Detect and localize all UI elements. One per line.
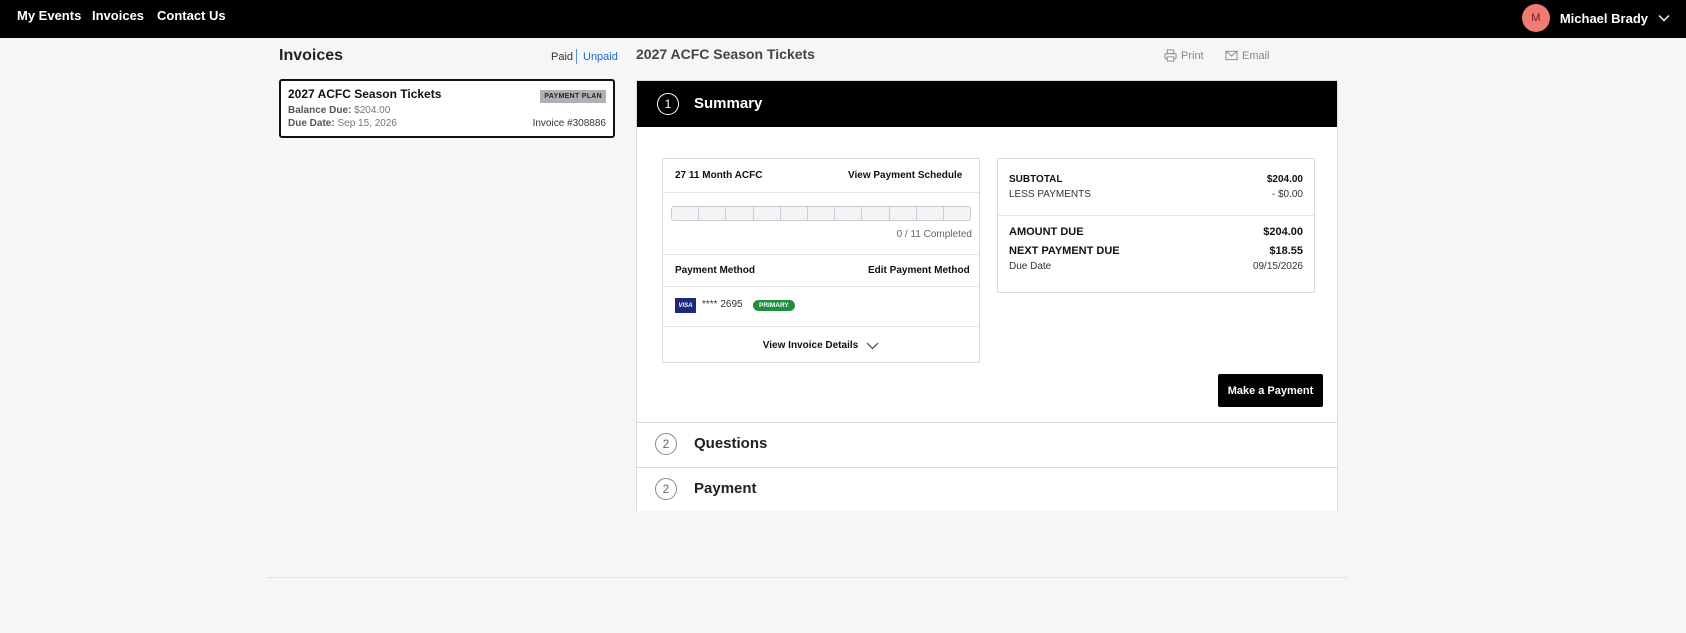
top-nav-bar: My Events Invoices Contact Us M Michael … xyxy=(0,0,1686,38)
divider xyxy=(998,215,1314,216)
payment-plan-badge: PAYMENT PLAN xyxy=(540,90,606,103)
amount-due-value: $204.00 xyxy=(1263,226,1303,238)
user-name: Michael Brady xyxy=(1559,10,1648,26)
next-payment-value: $18.55 xyxy=(1269,245,1303,257)
divider xyxy=(663,254,979,255)
less-payments-label: LESS PAYMENTS xyxy=(1009,189,1091,200)
nav-contact-us[interactable]: Contact Us xyxy=(157,8,226,23)
filter-paid[interactable]: Paid xyxy=(551,51,573,63)
less-payments-value: - $0.00 xyxy=(1271,189,1303,200)
make-a-payment-button[interactable]: Make a Payment xyxy=(1218,374,1323,407)
chevron-down-icon xyxy=(1658,15,1670,22)
amount-due-label: AMOUNT DUE xyxy=(1009,226,1084,238)
payment-step-number: 2 xyxy=(655,478,677,500)
totals-box: SUBTOTAL $204.00 LESS PAYMENTS - $0.00 A… xyxy=(997,158,1315,293)
envelope-icon xyxy=(1225,50,1238,61)
summary-step-number: 1 xyxy=(657,93,679,115)
section-payment[interactable]: 2 Payment xyxy=(637,467,1337,511)
divider xyxy=(663,192,979,193)
page-title: 2027 ACFC Season Tickets xyxy=(636,46,815,62)
email-label: Email xyxy=(1242,49,1270,62)
payment-label: Payment xyxy=(694,480,757,497)
email-button[interactable]: Email xyxy=(1225,49,1270,62)
avatar: M xyxy=(1521,4,1550,32)
filter-divider xyxy=(576,49,577,64)
summary-header[interactable]: 1 Summary xyxy=(637,81,1337,127)
progress-text: 0 / 11 Completed xyxy=(896,229,972,240)
summary-label: Summary xyxy=(694,95,763,112)
next-payment-label: NEXT PAYMENT DUE xyxy=(1009,245,1120,257)
invoice-number: Invoice #308886 xyxy=(532,118,606,129)
section-questions[interactable]: 2 Questions xyxy=(637,422,1337,466)
print-label: Print xyxy=(1181,49,1204,62)
nav-my-events[interactable]: My Events xyxy=(17,8,81,23)
nav-invoices[interactable]: Invoices xyxy=(92,8,144,23)
due-date-label: Due Date xyxy=(1009,261,1052,272)
invoices-heading: Invoices xyxy=(279,47,344,64)
printer-icon xyxy=(1164,49,1177,62)
invoice-card-title: 2027 ACFC Season Tickets xyxy=(288,87,442,101)
filter-unpaid[interactable]: Unpaid xyxy=(583,51,618,63)
due-date-value: 09/15/2026 xyxy=(1252,261,1303,272)
edit-payment-method-link[interactable]: Edit Payment Method xyxy=(868,265,970,276)
view-invoice-details-toggle[interactable]: View Invoice Details xyxy=(663,327,979,363)
balance-due: Balance Due: $204.00 xyxy=(288,105,391,116)
due-date: Due Date: Sep 15, 2026 xyxy=(288,118,397,129)
user-menu[interactable]: M Michael Brady xyxy=(1521,4,1670,32)
view-payment-schedule-link[interactable]: View Payment Schedule xyxy=(848,170,962,181)
print-button[interactable]: Print xyxy=(1164,49,1204,62)
payment-plan-box: 27 11 Month ACFC View Payment Schedule 0… xyxy=(662,158,980,363)
invoice-panel: 1 Summary 27 11 Month ACFC View Payment … xyxy=(636,80,1338,511)
plan-name: 27 11 Month ACFC xyxy=(675,170,763,181)
subtotal-label: SUBTOTAL xyxy=(1009,174,1063,185)
view-invoice-details-label: View Invoice Details xyxy=(762,339,859,351)
primary-badge: PRIMARY xyxy=(753,300,795,311)
invoice-card[interactable]: 2027 ACFC Season Tickets PAYMENT PLAN Ba… xyxy=(279,79,615,138)
card-number: **** 2695 xyxy=(702,299,743,310)
payment-progress-bar xyxy=(671,206,971,221)
chevron-down-icon xyxy=(866,342,879,349)
footer-divider xyxy=(267,577,1347,578)
card-row: VISA **** 2695 PRIMARY xyxy=(663,286,979,326)
visa-icon: VISA xyxy=(675,298,696,313)
questions-label: Questions xyxy=(694,435,768,452)
payment-method-label: Payment Method xyxy=(675,265,756,276)
questions-step-number: 2 xyxy=(655,433,677,455)
subtotal-value: $204.00 xyxy=(1266,174,1303,185)
